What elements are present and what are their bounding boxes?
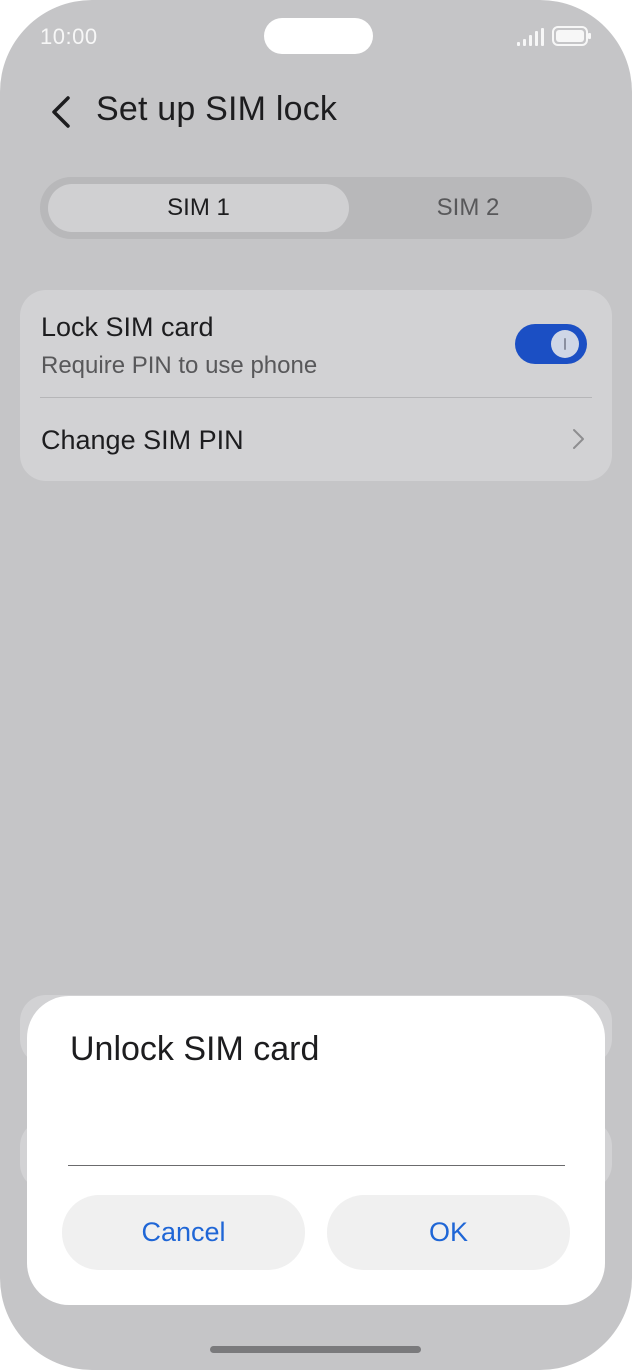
- back-arrow-icon[interactable]: [44, 92, 80, 132]
- divider: [40, 397, 592, 398]
- lock-sim-title: Lock SIM card: [41, 312, 214, 342]
- lock-sim-subtitle: Require PIN to use phone: [41, 352, 318, 379]
- toggle-knob: [551, 330, 579, 358]
- toggle-on-mark: [564, 338, 566, 350]
- chevron-right-icon: [573, 429, 584, 449]
- sim-tab-bar: SIM 1 SIM 2: [40, 177, 592, 239]
- ok-button[interactable]: OK: [327, 1195, 570, 1270]
- tab-sim-2[interactable]: SIM 2: [352, 184, 584, 232]
- tab-sim-1[interactable]: SIM 1: [48, 184, 349, 232]
- unlock-sim-dialog: Unlock SIM card Cancel OK: [27, 996, 605, 1305]
- change-sim-pin-title: Change SIM PIN: [41, 425, 244, 455]
- status-time: 10:00: [40, 24, 98, 49]
- pin-input[interactable]: [68, 1106, 565, 1166]
- cancel-button[interactable]: Cancel: [62, 1195, 305, 1270]
- camera-notch: [264, 18, 373, 54]
- home-indicator[interactable]: [210, 1346, 421, 1353]
- dialog-title: Unlock SIM card: [70, 1030, 320, 1068]
- phone-screen: 10:00 Set up SIM lock SIM 1 SIM 2 Lock S…: [0, 0, 632, 1370]
- sim-settings-card: Lock SIM card Require PIN to use phone C…: [20, 290, 612, 481]
- signal-icon: [517, 28, 544, 46]
- lock-sim-toggle[interactable]: [515, 324, 587, 364]
- page-title: Set up SIM lock: [96, 90, 338, 128]
- battery-icon: [552, 26, 591, 46]
